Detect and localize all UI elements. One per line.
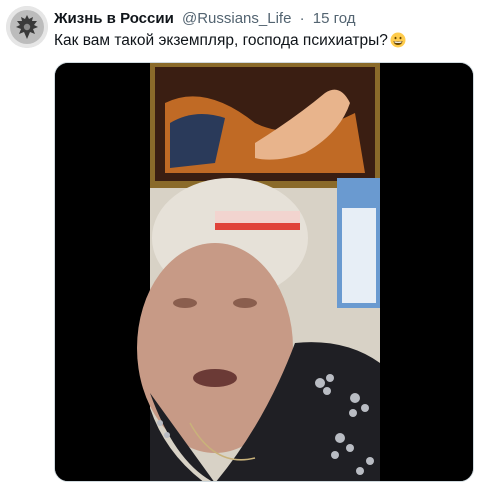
tweet-text: Как вам такой экземпляр, господа психиат… [54,31,406,51]
display-name[interactable]: Жизнь в России [54,10,174,27]
separator-dot: · [299,10,305,27]
double-headed-eagle-icon [6,6,48,48]
tweet-video[interactable] [54,62,474,482]
user-handle[interactable]: @Russians_Life [182,10,291,27]
video-frame-icon [55,63,473,481]
tweet-header: Жизнь в России @Russians_Life · 15 год [54,9,356,29]
tweet-text-content: Как вам такой экземпляр, господа психиат… [54,32,388,49]
timestamp[interactable]: 15 год [313,10,356,27]
grinning-face-icon [390,32,406,48]
tweet[interactable]: Жизнь в России @Russians_Life · 15 год К… [0,0,497,489]
avatar[interactable] [6,6,48,48]
